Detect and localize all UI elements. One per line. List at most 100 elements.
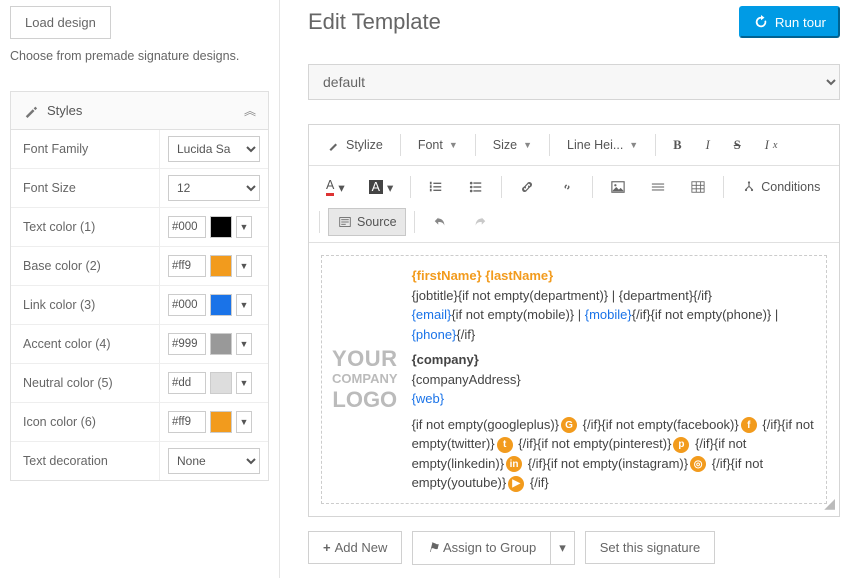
link-icon: [519, 179, 535, 195]
undo-icon: [432, 214, 448, 230]
hr-icon: [650, 179, 666, 195]
color-swatch[interactable]: [210, 411, 232, 433]
twitter-icon: t: [497, 437, 513, 453]
source-icon: [337, 214, 353, 230]
textcolor-button[interactable]: A▾: [317, 172, 354, 202]
size-select[interactable]: Size▼: [484, 133, 541, 157]
color-swatch[interactable]: [210, 333, 232, 355]
caret-down-icon: ▼: [629, 140, 638, 150]
italic-button[interactable]: I: [697, 132, 719, 159]
style-select[interactable]: 12: [168, 175, 260, 201]
stylize-button[interactable]: Stylize: [317, 131, 392, 159]
bold-button[interactable]: B: [664, 132, 690, 159]
color-dropdown[interactable]: ▼: [236, 294, 252, 316]
caret-down-icon: ▼: [449, 140, 458, 150]
style-row: Text decoration None: [11, 442, 268, 480]
flag-icon: ⚑: [427, 540, 439, 555]
assign-group-button[interactable]: ⚑Assign to Group ▾: [412, 531, 574, 565]
facebook-icon: f: [741, 417, 757, 433]
unlink-button[interactable]: [550, 173, 584, 201]
bgcolor-button[interactable]: A▾: [360, 174, 403, 201]
unlink-icon: [559, 179, 575, 195]
color-swatch[interactable]: [210, 216, 232, 238]
color-hex-input[interactable]: [168, 372, 206, 394]
editor: Stylize Font▼ Size▼ Line Hei...▼ B I S I…: [308, 124, 840, 517]
load-design-desc: Choose from premade signature designs.: [10, 49, 269, 63]
style-label: Font Size: [11, 169, 160, 207]
add-new-button[interactable]: +Add New: [308, 531, 402, 564]
template-select[interactable]: default: [308, 64, 840, 100]
strike-button[interactable]: S: [725, 132, 750, 159]
style-label: Link color (3): [11, 286, 160, 324]
style-label: Neutral color (5): [11, 364, 160, 402]
wand-icon: [326, 137, 342, 153]
font-select[interactable]: Font▼: [409, 133, 467, 157]
style-label: Font Family: [11, 130, 160, 168]
style-row: Link color (3) ▼: [11, 286, 268, 325]
color-swatch[interactable]: [210, 294, 232, 316]
load-design-button[interactable]: Load design: [10, 6, 111, 39]
style-label: Accent color (4): [11, 325, 160, 363]
assign-group-caret[interactable]: ▾: [550, 531, 575, 565]
color-dropdown[interactable]: ▼: [236, 255, 252, 277]
color-dropdown[interactable]: ▼: [236, 411, 252, 433]
color-hex-input[interactable]: [168, 294, 206, 316]
style-row: Accent color (4) ▼: [11, 325, 268, 364]
lineheight-select[interactable]: Line Hei...▼: [558, 133, 647, 157]
clear-format-button[interactable]: Ix: [756, 132, 787, 159]
resize-handle-icon[interactable]: ◢: [824, 495, 835, 512]
color-hex-input[interactable]: [168, 333, 206, 355]
style-row: Neutral color (5) ▼: [11, 364, 268, 403]
conditions-button[interactable]: Conditions: [732, 173, 829, 201]
run-tour-button[interactable]: Run tour: [739, 6, 840, 38]
ul-button[interactable]: [459, 173, 493, 201]
style-label: Icon color (6): [11, 403, 160, 441]
style-row: Font Size 12: [11, 169, 268, 208]
color-hex-input[interactable]: [168, 216, 206, 238]
redo-icon: [472, 214, 488, 230]
color-hex-input[interactable]: [168, 411, 206, 433]
image-icon: [610, 179, 626, 195]
unordered-list-icon: [468, 179, 484, 195]
link-button[interactable]: [510, 173, 544, 201]
wand-icon: [23, 103, 39, 119]
redo-button[interactable]: [463, 208, 497, 236]
editor-content[interactable]: YOUR COMPANY LOGO {firstName} {lastName}…: [309, 243, 839, 516]
undo-button[interactable]: [423, 208, 457, 236]
template-body: {firstName} {lastName} {jobtitle}{if not…: [412, 266, 816, 493]
style-row: Text color (1)▼: [11, 208, 268, 247]
color-hex-input[interactable]: [168, 255, 206, 277]
table-button[interactable]: [681, 173, 715, 201]
style-select[interactable]: None: [168, 448, 260, 474]
pinterest-icon: p: [673, 437, 689, 453]
style-row: Font Family Lucida Sa: [11, 130, 268, 169]
styles-panel-header[interactable]: Styles ︽: [11, 92, 268, 130]
page-title: Edit Template: [308, 9, 441, 35]
color-dropdown[interactable]: ▼: [236, 372, 252, 394]
color-dropdown[interactable]: ▼: [236, 216, 252, 238]
hr-button[interactable]: [641, 173, 675, 201]
caret-down-icon: ▾: [338, 180, 344, 195]
color-swatch[interactable]: [210, 255, 232, 277]
styles-panel: Styles ︽ Font Family Lucida Sa Font Size 12…: [10, 91, 269, 481]
color-swatch[interactable]: [210, 372, 232, 394]
table-icon: [690, 179, 706, 195]
instagram-icon: ◎: [690, 456, 706, 472]
youtube-icon: ▶: [508, 476, 524, 492]
source-button[interactable]: Source: [328, 208, 406, 236]
style-row: Base color (2) ▼: [11, 247, 268, 286]
logo-placeholder: YOUR COMPANY LOGO: [332, 266, 398, 493]
ol-button[interactable]: [419, 173, 453, 201]
chevron-up-icon: ︽: [244, 102, 256, 119]
branch-icon: [741, 179, 757, 195]
run-tour-label: Run tour: [775, 15, 826, 30]
set-signature-button[interactable]: Set this signature: [585, 531, 715, 564]
style-row: Icon color (6) ▼: [11, 403, 268, 442]
color-dropdown[interactable]: ▼: [236, 333, 252, 355]
style-select[interactable]: Lucida Sa: [168, 136, 260, 162]
googleplus-icon: G: [561, 417, 577, 433]
ordered-list-icon: [428, 179, 444, 195]
style-label: Text decoration: [11, 442, 160, 480]
style-label: Base color (2): [11, 247, 160, 285]
image-button[interactable]: [601, 173, 635, 201]
